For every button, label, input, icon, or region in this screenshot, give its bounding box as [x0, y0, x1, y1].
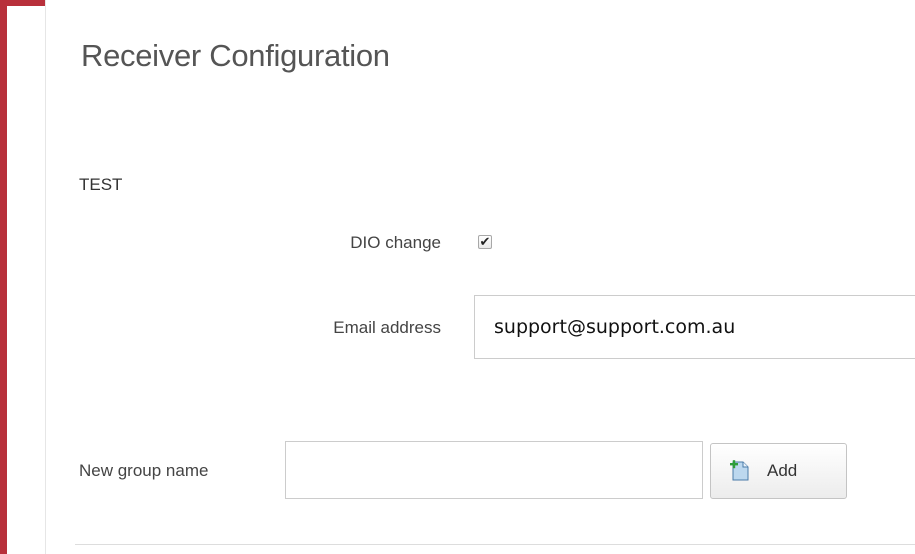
- dio-change-label: DIO change: [350, 233, 441, 252]
- group-name-label: TEST: [79, 175, 123, 194]
- dio-change-checkbox[interactable]: ✔: [478, 235, 492, 249]
- checkmark-icon: ✔: [479, 234, 491, 249]
- add-group-button[interactable]: Add: [710, 443, 847, 499]
- email-address-input[interactable]: [474, 295, 915, 359]
- new-group-name-label: New group name: [79, 461, 209, 480]
- add-document-icon: [730, 460, 749, 481]
- email-address-label: Email address: [333, 318, 441, 337]
- page-title: Receiver Configuration: [81, 38, 390, 73]
- section-divider: [75, 544, 915, 545]
- add-button-label: Add: [767, 461, 798, 480]
- new-group-name-input[interactable]: [285, 441, 703, 499]
- receiver-config-panel: Receiver Configuration TEST DIO change ✔…: [45, 0, 915, 554]
